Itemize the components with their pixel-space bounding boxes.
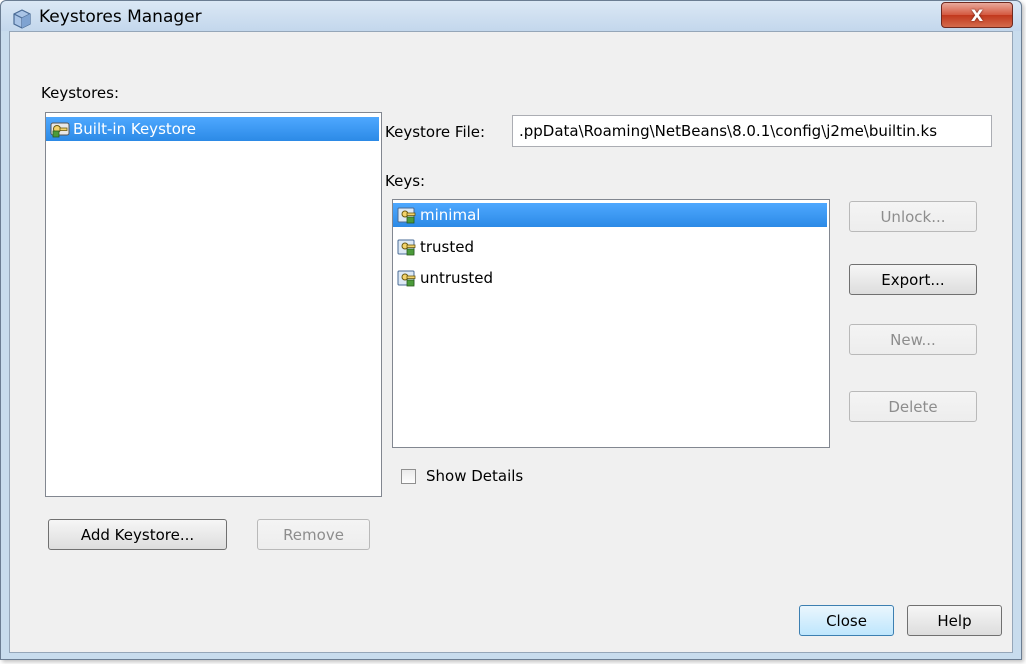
keystores-label: Keystores: bbox=[41, 84, 120, 102]
remove-keystore-button[interactable]: Remove bbox=[257, 519, 370, 550]
keystore-icon bbox=[50, 122, 70, 138]
keystores-list[interactable]: Built-in Keystore bbox=[45, 112, 382, 497]
new-key-button[interactable]: New... bbox=[849, 324, 977, 355]
key-icon bbox=[397, 207, 416, 224]
keystore-item-label: Built-in Keystore bbox=[73, 120, 197, 138]
key-item-label: untrusted bbox=[420, 269, 494, 287]
key-item-label: minimal bbox=[420, 206, 481, 224]
key-item-untrusted[interactable]: untrusted bbox=[396, 266, 493, 290]
keystore-file-label: Keystore File: bbox=[385, 123, 486, 141]
close-icon: X bbox=[970, 5, 984, 25]
keys-list[interactable]: minimal trusted untrusted bbox=[392, 199, 830, 448]
delete-key-button[interactable]: Delete bbox=[849, 391, 977, 422]
keys-label: Keys: bbox=[385, 172, 426, 190]
key-icon bbox=[397, 270, 416, 287]
export-button[interactable]: Export... bbox=[849, 264, 977, 295]
cube-icon bbox=[13, 9, 31, 29]
key-item-minimal[interactable]: minimal bbox=[396, 203, 480, 227]
unlock-button[interactable]: Unlock... bbox=[849, 201, 977, 232]
close-button[interactable]: Close bbox=[799, 605, 894, 636]
window-close-button[interactable]: X bbox=[941, 2, 1013, 28]
keystore-item-built-in[interactable]: Built-in Keystore bbox=[49, 117, 196, 141]
title-bar[interactable]: Keystores Manager X bbox=[1, 1, 1021, 31]
show-details-checkbox[interactable] bbox=[401, 469, 416, 484]
help-button[interactable]: Help bbox=[907, 605, 1002, 636]
key-item-trusted[interactable]: trusted bbox=[396, 235, 474, 259]
show-details-label[interactable]: Show Details bbox=[426, 467, 523, 485]
key-item-label: trusted bbox=[420, 238, 475, 256]
key-icon bbox=[397, 239, 416, 256]
add-keystore-button[interactable]: Add Keystore... bbox=[48, 519, 227, 550]
keystore-file-field[interactable]: .ppData\Roaming\NetBeans\8.0.1\config\j2… bbox=[512, 115, 992, 147]
keystores-manager-window: Keystores Manager X Keystores: Built-in … bbox=[0, 0, 1022, 660]
dialog-body: Keystores: Built-in Keystore Add Keystor… bbox=[9, 31, 1013, 653]
window-title: Keystores Manager bbox=[39, 7, 202, 27]
